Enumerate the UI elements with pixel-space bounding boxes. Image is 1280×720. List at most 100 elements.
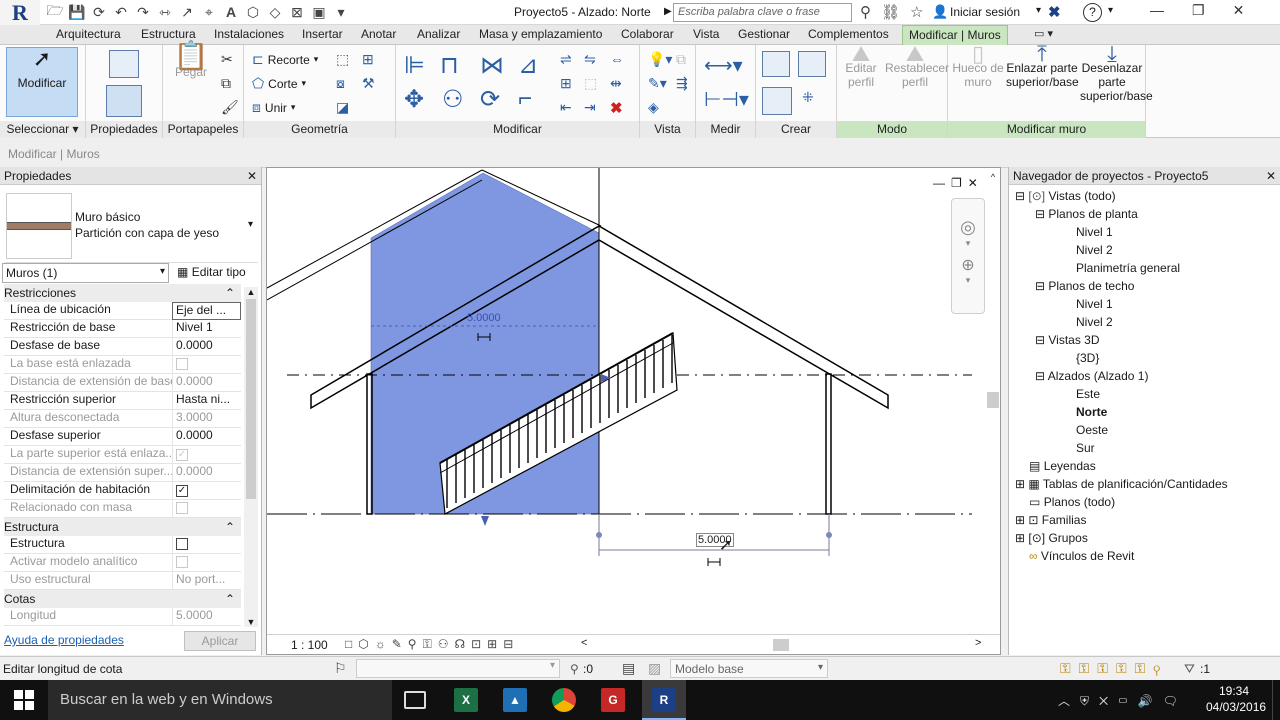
prop-row[interactable]: Estructura <box>4 536 241 554</box>
subscription-icon[interactable]: ⛓ <box>881 3 900 21</box>
join-button[interactable]: ⧈ Unir ▾ <box>252 99 295 116</box>
tab-vista[interactable]: Vista <box>693 27 719 41</box>
prop-row[interactable]: Restricción superior Hasta ni... <box>4 392 241 410</box>
restore-icon[interactable]: ❐ <box>1192 2 1205 19</box>
scale-icon[interactable]: ⬚ <box>584 75 597 92</box>
tree-node-planos-planta[interactable]: ⊟ Planos de planta <box>1035 207 1138 221</box>
aligned-dimension-icon[interactable]: ⊢⊣▾ <box>704 87 749 112</box>
split-gap-icon[interactable]: ⇋ <box>584 51 596 68</box>
save-icon[interactable]: 💾 <box>68 2 86 22</box>
help-button[interactable]: ? <box>1083 3 1102 22</box>
properties-close-icon[interactable]: ✕ <box>247 169 257 183</box>
tab-anotar[interactable]: Anotar <box>361 27 396 41</box>
tree-node-planos[interactable]: ▭ Planos (todo) <box>1029 495 1115 509</box>
tag-icon[interactable]: ⌖ <box>200 2 218 22</box>
paint-icon[interactable]: ◪ <box>336 99 349 116</box>
align-icon[interactable]: ⊫ <box>404 51 425 80</box>
create-assembly-icon[interactable] <box>762 51 790 77</box>
zoom-region-icon[interactable]: ⊕ <box>952 255 984 275</box>
edit-type-button[interactable]: ▦ Editar tipo <box>174 263 249 283</box>
section-restricciones[interactable]: Restricciones ⌃ <box>4 284 241 302</box>
signin-dropdown-icon[interactable]: ▾ <box>1036 5 1041 16</box>
prop-row[interactable]: Línea de ubicación Eje del ... <box>4 302 241 320</box>
tree-leaf-active[interactable]: Norte <box>1076 405 1107 419</box>
search-expand-icon[interactable]: ▶ <box>664 6 672 17</box>
selection-options-icons[interactable]: ⚿⚿⚿⚿⚿⚲ <box>1060 660 1168 677</box>
instance-filter-select[interactable]: Muros (1) ▾ <box>2 263 169 283</box>
tree-node-familias[interactable]: ⊞ ⊡ Familias <box>1015 513 1086 527</box>
pin-icon[interactable]: ⇤ <box>560 99 572 116</box>
view-minimize-icon[interactable]: — <box>933 176 945 190</box>
redo-icon[interactable]: ↷ <box>134 2 152 22</box>
create-group-icon[interactable] <box>762 87 792 115</box>
tab-colaborar[interactable]: Colaborar <box>621 27 674 41</box>
apply-button[interactable]: Aplicar <box>184 631 256 651</box>
hide-in-view-icon[interactable]: ◈ <box>648 99 659 116</box>
hscroll-thumb[interactable] <box>773 639 789 651</box>
tab-estructura[interactable]: Estructura <box>141 27 196 41</box>
worksharing-icon[interactable]: ⚐ <box>334 660 347 677</box>
switch-windows-icon[interactable]: ▣ <box>310 2 328 22</box>
steering-wheel-icon[interactable]: ◎ <box>952 217 984 238</box>
trim-extend-icon[interactable]: ⇔ <box>610 51 624 67</box>
match-type-icon[interactable]: 🖌 <box>221 99 239 116</box>
minimize-icon[interactable]: — <box>1150 2 1164 19</box>
mirror-axis-icon[interactable]: ⋈ <box>480 51 504 80</box>
properties-icon[interactable] <box>106 85 142 117</box>
cut-icon[interactable]: ✂ <box>221 51 233 68</box>
exchange-apps-icon[interactable]: ✖ <box>1048 3 1061 21</box>
tree-node-planos-techo[interactable]: ⊟ Planos de techo <box>1035 279 1134 293</box>
tab-gestionar[interactable]: Gestionar <box>738 27 790 41</box>
tree-node-tablas[interactable]: ⊞ ▦ Tablas de planificación/Cantidades <box>1015 477 1228 491</box>
wall-opening-button[interactable]: ▯ Hueco de muro <box>952 43 1004 90</box>
autocad-icon[interactable]: ▲ <box>503 688 527 712</box>
close-icon[interactable]: ✕ <box>1233 2 1245 19</box>
dimension-icon[interactable]: ↗ <box>178 2 196 22</box>
detach-top-base-button[interactable]: ⤓ Desenlazar parte superior/base <box>1080 43 1153 104</box>
edit-profile-button[interactable]: ⛰ Editar perfil <box>841 43 881 90</box>
editing-requests-icon[interactable]: ⚲ <box>570 662 579 676</box>
tree-leaf[interactable]: Oeste <box>1076 423 1108 437</box>
tree-leaf[interactable]: Nivel 1 <box>1076 225 1113 239</box>
section-icon[interactable]: ◇ <box>266 2 284 22</box>
type-selector[interactable]: Muro básico Partición con capa de yeso ▾ <box>4 189 258 263</box>
room-bounding-checkbox[interactable]: ✓ <box>176 485 188 497</box>
extend-icon[interactable]: ⇹ <box>610 75 622 92</box>
hscroll-right-icon[interactable]: > <box>975 637 981 649</box>
undo-icon[interactable]: ↶ <box>112 2 130 22</box>
prop-row[interactable]: Desfase superior 0.0000 <box>4 428 241 446</box>
tree-leaf[interactable]: Planimetría general <box>1076 261 1180 275</box>
tree-node-grupos[interactable]: ⊞ [⊙] Grupos <box>1015 531 1088 545</box>
create-parts-icon[interactable] <box>798 51 826 77</box>
properties-scrollbar[interactable]: ▲ ▼ <box>244 287 258 627</box>
open-icon[interactable]: 🗁 <box>46 2 64 22</box>
close-hidden-icon[interactable]: ⊠ <box>288 2 306 22</box>
tab-insertar[interactable]: Insertar <box>302 27 343 41</box>
excel-icon[interactable]: X <box>454 688 478 712</box>
tree-node-vistas[interactable]: ⊟ [⊙] Vistas (todo) <box>1015 189 1116 203</box>
prop-row[interactable]: Delimitación de habitación ✓ <box>4 482 241 500</box>
filter-icon[interactable]: ⇶ <box>676 75 688 92</box>
type-dropdown-icon[interactable]: ▾ <box>248 219 253 230</box>
tab-instalaciones[interactable]: Instalaciones <box>214 27 284 41</box>
paste-button[interactable]: 📋 Pegar <box>169 42 213 80</box>
unpin-icon[interactable]: ⇥ <box>584 99 596 116</box>
tree-node-vistas-3d[interactable]: ⊟ Vistas 3D <box>1035 333 1100 347</box>
tab-complementos[interactable]: Complementos <box>808 27 889 41</box>
modify-button[interactable]: ➚ Modificar <box>6 47 78 117</box>
tree-leaf[interactable]: Nivel 2 <box>1076 315 1113 329</box>
search-input[interactable]: Escriba palabra clave o frase <box>673 3 852 22</box>
favorites-icon[interactable]: ☆ <box>910 3 923 21</box>
tree-leaf[interactable]: Este <box>1076 387 1100 401</box>
tree-leaf[interactable]: Nivel 1 <box>1076 297 1113 311</box>
cope-button[interactable]: ⊏ Recorte ▾ <box>252 51 318 68</box>
linework-icon[interactable]: ✎▾ <box>648 75 667 92</box>
filter-funnel-icon[interactable]: ⛛ <box>1184 661 1195 677</box>
create-similar-icon[interactable]: ⁜ <box>802 89 814 106</box>
drawing-area[interactable]: 5.0000 5.0000 ➚ — ❐ ✕ ◎ ▾ ⊕ ▾ ^ 1 : 100 … <box>266 167 1001 655</box>
text-icon[interactable]: A <box>222 2 240 22</box>
offset-icon[interactable]: ⊓ <box>440 51 459 80</box>
revit-taskbar-button[interactable]: R <box>642 680 686 720</box>
view-link-icon[interactable]: ⧉ <box>676 51 686 68</box>
tree-node-vinculos[interactable]: ∞ Vínculos de Revit <box>1029 549 1134 563</box>
